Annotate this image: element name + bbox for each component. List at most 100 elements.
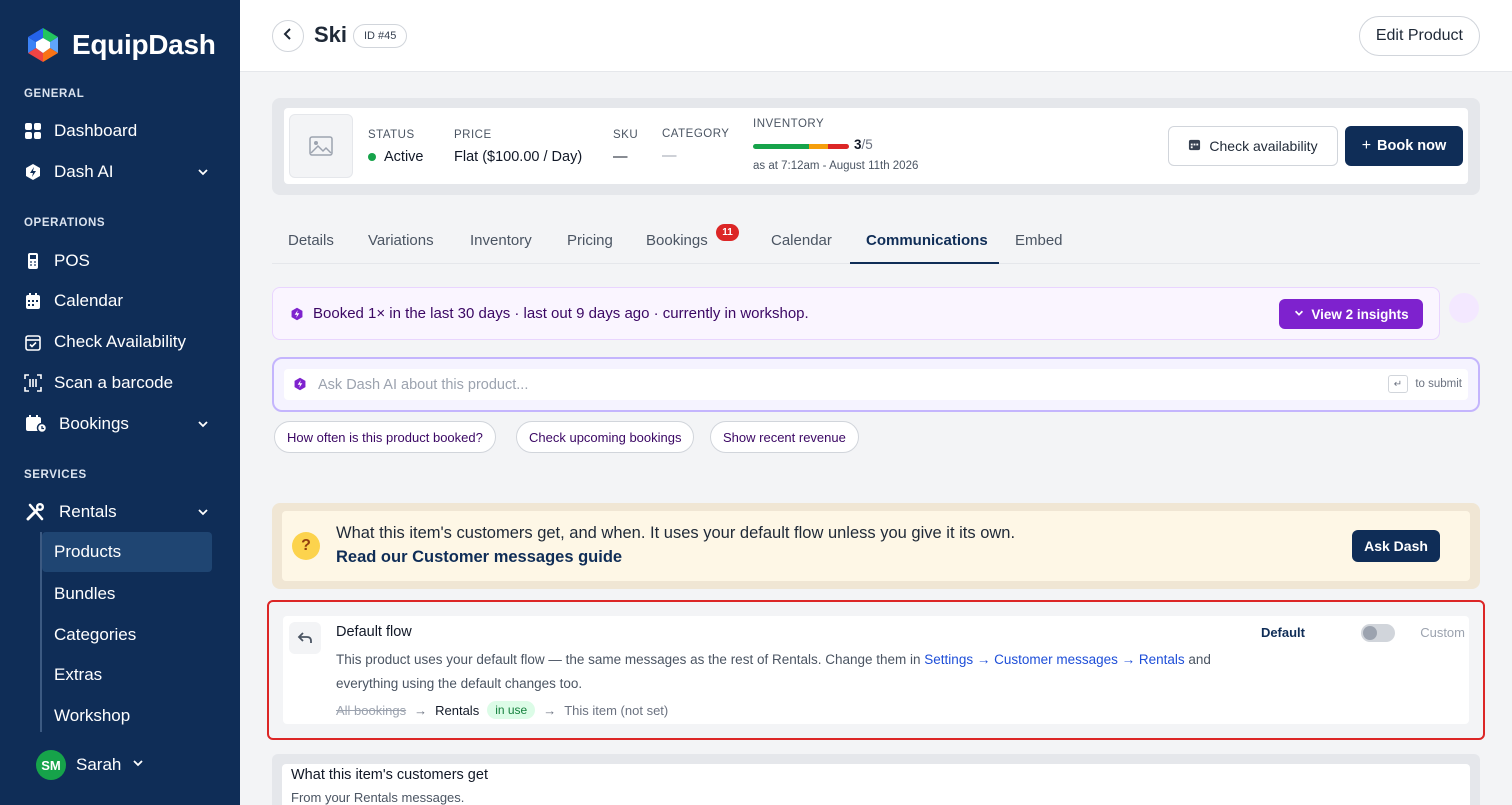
- sidebar-item-label: Check Availability: [54, 332, 186, 351]
- sku-value: —: [613, 149, 628, 165]
- tab-inventory[interactable]: Inventory: [470, 232, 532, 249]
- edit-product-button[interactable]: Edit Product: [1358, 16, 1480, 56]
- sidebar-item-scan-barcode[interactable]: Scan a barcode: [24, 365, 216, 401]
- arrow-right-icon: →: [414, 702, 428, 718]
- sidebar-item-label: Rentals: [59, 502, 117, 521]
- sidebar-item-label: Scan a barcode: [54, 373, 174, 392]
- rentals-tools-icon: [24, 503, 47, 521]
- sidebar-subitem-workshop[interactable]: Workshop: [42, 696, 212, 736]
- custom-flow-toggle[interactable]: [1361, 624, 1395, 642]
- banner-text: What this item's customers get, and when…: [336, 524, 1016, 542]
- trail-all-bookings: All bookings: [336, 702, 407, 718]
- tab-communications[interactable]: Communications: [866, 232, 988, 249]
- calendar-check-icon: [24, 333, 42, 351]
- user-name: Sarah: [76, 755, 122, 774]
- user-menu[interactable]: SM Sarah: [36, 750, 145, 780]
- section-services: SERVICES: [24, 469, 87, 481]
- suggestion-chip[interactable]: Check upcoming bookings: [516, 421, 695, 453]
- sidebar-item-dashboard[interactable]: Dashboard: [24, 113, 216, 149]
- custom-label: Custom: [1420, 625, 1465, 640]
- suggestion-chip[interactable]: Show recent revenue: [710, 421, 859, 453]
- in-use-badge: in use: [487, 701, 536, 719]
- ask-ai-input[interactable]: [318, 369, 1338, 400]
- calendar-icon: [24, 292, 42, 310]
- section-operations: OPERATIONS: [24, 217, 106, 229]
- sidebar-subitem-extras[interactable]: Extras: [42, 655, 212, 695]
- book-now-label: Book now: [1377, 138, 1447, 154]
- sidebar-subitem-bundles[interactable]: Bundles: [42, 574, 212, 614]
- category-value: —: [662, 148, 677, 164]
- product-tabs: Details Variations Inventory Pricing Boo…: [272, 222, 1480, 264]
- inventory-timestamp: as at 7:12am - August 11th 2026: [753, 160, 919, 172]
- sidebar-item-check-availability[interactable]: Check Availability: [24, 324, 216, 360]
- brand-name: EquipDash: [72, 29, 216, 60]
- barcode-icon: [24, 374, 42, 392]
- trail-rentals: Rentals: [435, 702, 480, 718]
- insight-bar: Booked 1× in the last 30 days · last out…: [272, 287, 1440, 340]
- image-placeholder-icon[interactable]: [289, 114, 353, 178]
- sidebar-item-label: Calendar: [54, 291, 123, 310]
- sidebar-item-rentals[interactable]: Rentals: [24, 494, 216, 530]
- book-now-button[interactable]: + Book now: [1345, 126, 1463, 166]
- chevron-down-icon: [1293, 307, 1305, 322]
- sidebar-subitem-products[interactable]: Products: [42, 532, 212, 572]
- chevron-down-icon: [196, 164, 210, 184]
- dashboard-icon: [24, 122, 42, 140]
- price-label: PRICE: [454, 129, 492, 141]
- pos-terminal-icon: [24, 252, 42, 270]
- ask-dash-button[interactable]: Ask Dash: [1352, 530, 1440, 562]
- category-label: CATEGORY: [662, 128, 730, 140]
- chevron-left-icon: [281, 27, 295, 46]
- plus-icon: +: [1361, 137, 1372, 154]
- sidebar-item-pos[interactable]: POS: [24, 243, 216, 279]
- default-flow-card: Default flow This product uses your defa…: [267, 600, 1485, 740]
- sidebar-item-label: Bookings: [59, 414, 129, 433]
- sidebar-item-dash-ai[interactable]: Dash AI: [24, 154, 216, 190]
- status-value: Active: [368, 149, 424, 165]
- check-availability-label: Check availability: [1209, 138, 1318, 154]
- sidebar-subitem-categories[interactable]: Categories: [42, 615, 212, 655]
- dash-ai-icon: [290, 307, 304, 326]
- customer-messages-guide-link[interactable]: Read our Customer messages guide: [336, 548, 622, 567]
- default-label: Default: [1260, 625, 1305, 640]
- sidebar-item-label: POS: [54, 251, 90, 270]
- chevron-down-icon: [131, 755, 145, 775]
- settings-link[interactable]: Settings → Customer messages → Rentals: [924, 652, 1184, 667]
- customers-get-subtitle: From your Rentals messages.: [291, 790, 465, 805]
- product-summary-card: STATUS Active PRICE Flat ($100.00 / Day)…: [272, 98, 1480, 195]
- tab-details[interactable]: Details: [288, 232, 334, 249]
- customers-get-card: What this item's customers get From your…: [272, 754, 1480, 805]
- sidebar-item-label: Dash AI: [54, 162, 114, 181]
- ask-ai-box: ↵ to submit: [272, 357, 1480, 412]
- submit-hint: to submit: [1415, 378, 1462, 390]
- inventory-count: 3/5: [854, 137, 873, 152]
- status-label: STATUS: [368, 129, 415, 141]
- flow-description: This product uses your default flow — th…: [336, 652, 1211, 691]
- flow-title: Default flow: [336, 624, 412, 640]
- brand-logo[interactable]: EquipDash: [24, 26, 216, 64]
- tab-embed[interactable]: Embed: [1015, 232, 1063, 249]
- bookings-icon: [24, 415, 47, 433]
- view-insights-button[interactable]: View 2 insights: [1279, 299, 1423, 329]
- tab-calendar[interactable]: Calendar: [771, 232, 832, 249]
- bookings-count-badge: 11: [716, 224, 739, 241]
- check-availability-button[interactable]: Check availability: [1168, 126, 1338, 166]
- tab-variations[interactable]: Variations: [368, 232, 434, 249]
- back-button[interactable]: [272, 20, 304, 52]
- suggestion-chip[interactable]: How often is this product booked?: [274, 421, 496, 453]
- insight-indicator: [1449, 293, 1479, 323]
- sidebar: EquipDash GENERAL Dashboard Dash AI OPER…: [0, 0, 240, 805]
- inventory-bar: [753, 144, 849, 149]
- sidebar-item-calendar[interactable]: Calendar: [24, 283, 216, 319]
- tab-bookings[interactable]: Bookings: [646, 232, 708, 249]
- active-tab-indicator: [850, 262, 999, 264]
- page-title: Ski: [314, 22, 348, 47]
- sidebar-item-bookings[interactable]: Bookings: [24, 406, 216, 442]
- arrow-right-icon: →: [543, 702, 557, 718]
- insight-text: Booked 1× in the last 30 days · last out…: [313, 305, 809, 322]
- inventory-label: INVENTORY: [753, 118, 825, 130]
- view-insights-label: View 2 insights: [1311, 306, 1409, 322]
- dash-ai-icon: [293, 377, 307, 396]
- reply-arrow-icon: [289, 622, 321, 654]
- tab-pricing[interactable]: Pricing: [567, 232, 613, 249]
